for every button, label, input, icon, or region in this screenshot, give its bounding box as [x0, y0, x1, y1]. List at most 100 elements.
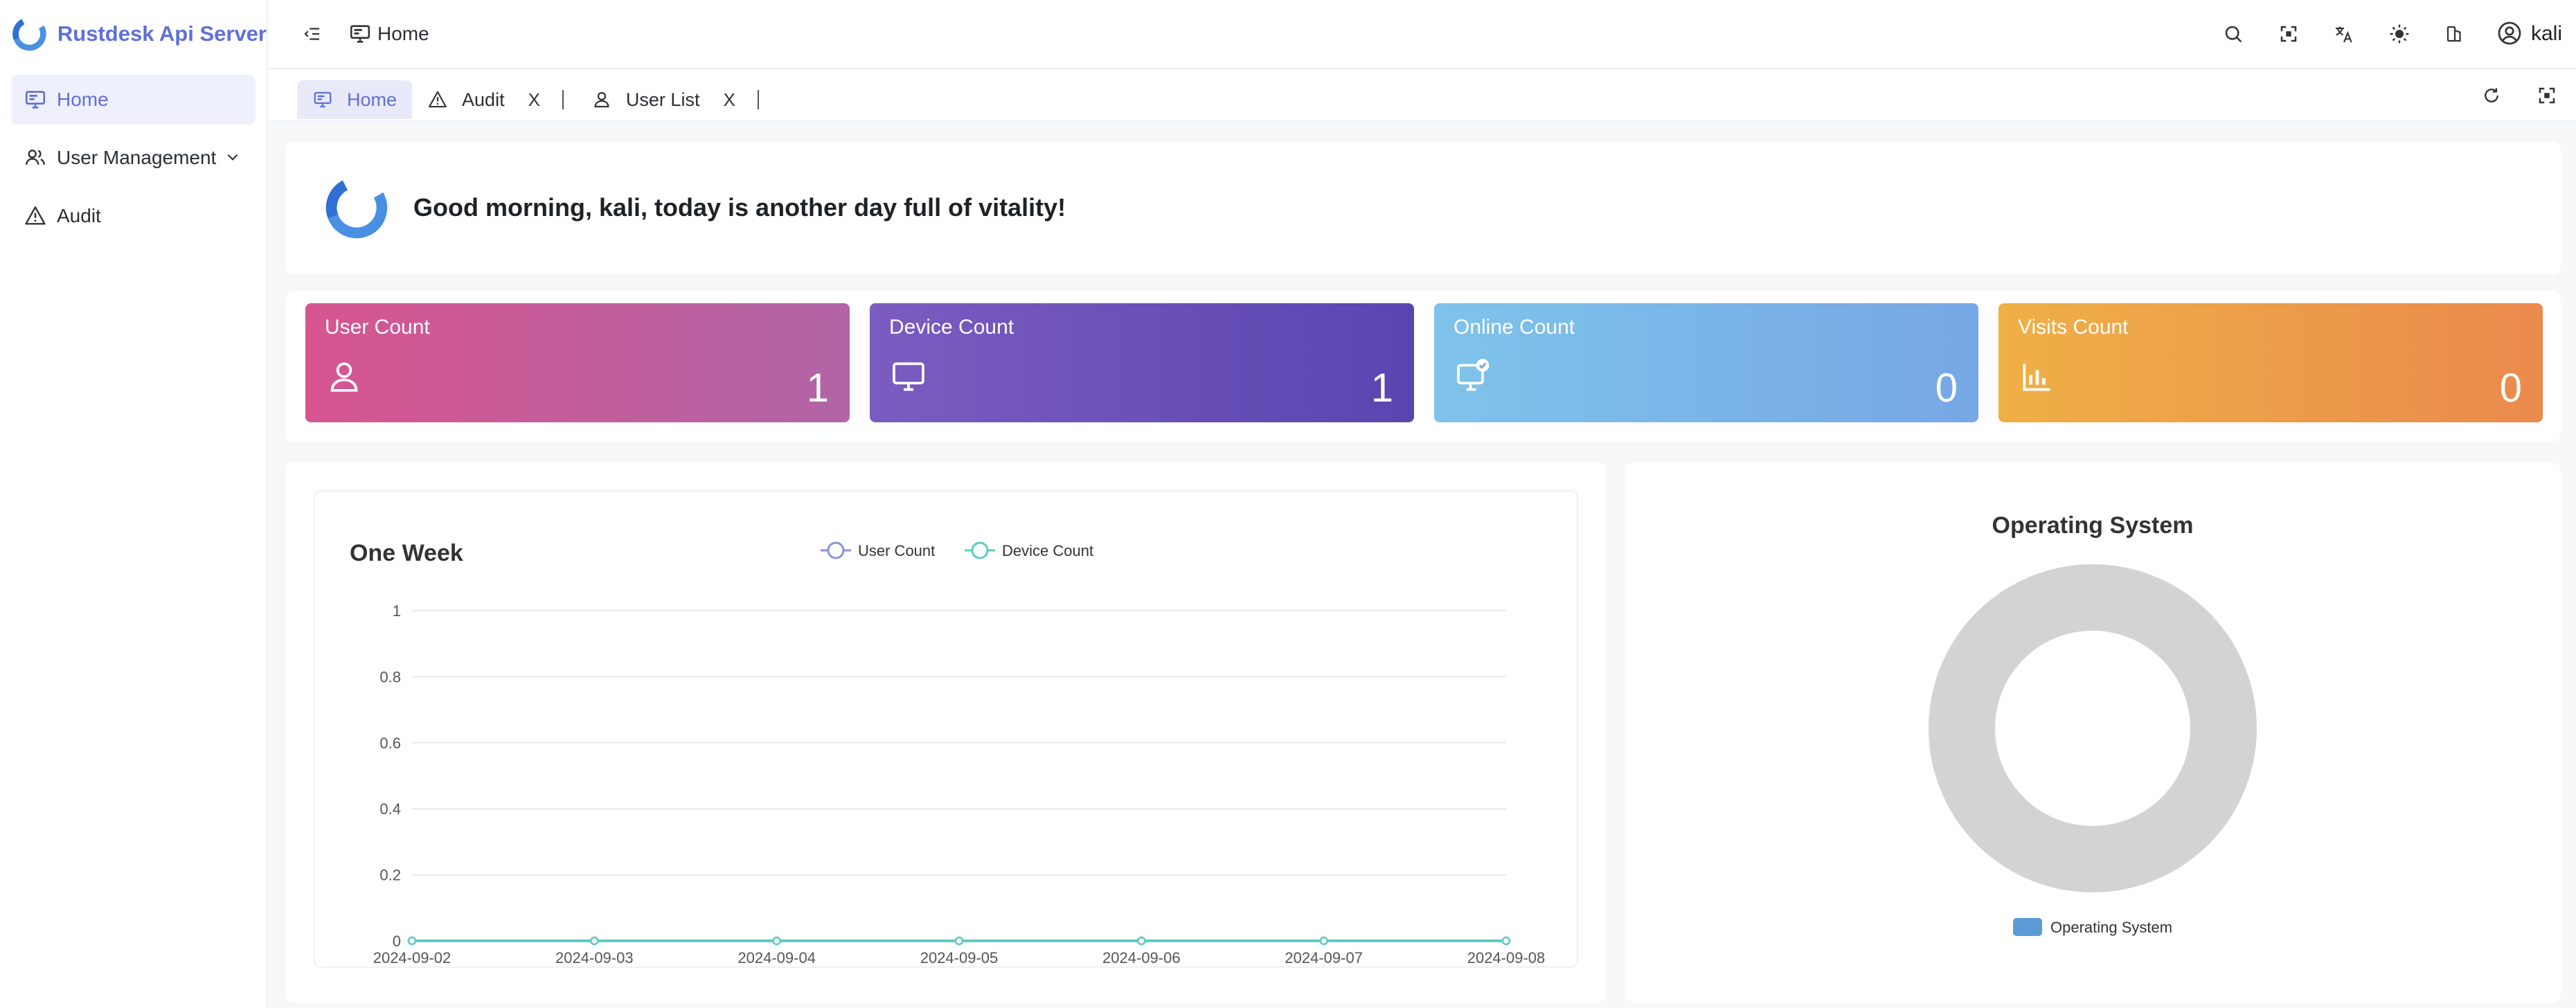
user-icon: [591, 89, 612, 110]
stat-title: Visits Count: [2018, 316, 2129, 339]
maximize-icon[interactable]: [2533, 82, 2561, 109]
sidebar-menu: Home User Management Audit: [0, 68, 267, 256]
user-circle-icon: [2496, 20, 2524, 48]
legend-marker: [827, 541, 845, 559]
empty-donut-ring: [1929, 564, 2257, 892]
data-point: [1319, 936, 1328, 946]
chart-title: Operating System: [1992, 512, 2194, 539]
x-tick-label: 2024-09-06: [1102, 949, 1181, 966]
one-week-chart: One Week User Count Device Count 00.20.40…: [350, 540, 1546, 966]
one-week-card: One Week User Count Device Count 0 0.2 0.4 0…: [286, 462, 1606, 1002]
translate-icon[interactable]: [2330, 20, 2358, 48]
rustdesk-logo-icon: [325, 177, 388, 239]
legend-label: User Count: [858, 542, 935, 559]
stat-card-device-count: Device Count 1: [870, 303, 1414, 422]
sidebar-item-audit[interactable]: Audit: [11, 191, 256, 241]
data-point: [1501, 936, 1511, 946]
rustdesk-logo-icon: [12, 17, 46, 51]
stat-card-user-count: User Count 1: [305, 303, 850, 422]
operating-system-card: Operating System Operating System: [1625, 462, 2561, 1002]
data-point: [954, 936, 964, 946]
greeting-card: Good morning, kali, today is another day…: [286, 141, 2561, 274]
fullscreen-icon[interactable]: [2275, 20, 2302, 48]
monitor-icon: [312, 89, 333, 110]
sidebar-item-label: Audit: [57, 205, 101, 226]
theme-icon[interactable]: [2386, 20, 2413, 48]
warning-icon: [24, 204, 47, 228]
x-tick-label: 2024-09-04: [737, 949, 816, 966]
user-menu[interactable]: kali: [2496, 20, 2562, 48]
header-actions: kali: [2192, 20, 2576, 48]
x-tick-label: 2024-09-05: [920, 949, 999, 966]
stat-title: Online Count: [1454, 316, 1575, 339]
y-tick-label: 0.4: [379, 800, 401, 818]
main-content: Good morning, kali, today is another day…: [268, 123, 2576, 1008]
monitor-icon: [24, 88, 47, 111]
data-point: [407, 936, 417, 946]
top-header: Home kali: [268, 0, 2576, 69]
y-tick-label: 0.6: [379, 735, 401, 752]
stat-value: 0: [1935, 366, 1958, 411]
x-axis: 2024-09-02 2024-09-03 2024-09-04 2024-09-05…: [373, 949, 1546, 966]
stat-card-online-count: Online Count 0: [1434, 303, 1978, 422]
legend-label: Device Count: [1002, 542, 1093, 559]
menu-collapse-icon[interactable]: [298, 20, 326, 48]
tab-label: User List: [625, 89, 700, 110]
stat-value: 0: [2499, 366, 2522, 411]
y-tick-label: 0.8: [379, 668, 401, 685]
stat-card-visits-count: Visits Count 0: [1998, 303, 2543, 422]
breadcrumb[interactable]: Home: [348, 22, 429, 46]
stat-title: Device Count: [889, 316, 1014, 339]
x-tick-label: 2024-09-08: [1467, 949, 1546, 966]
sidebar: Rustdesk Api Server Home User Management…: [0, 0, 268, 1008]
sidebar-item-home[interactable]: Home: [11, 75, 256, 125]
x-tick-label: 2024-09-07: [1285, 949, 1363, 966]
stats-panel: User Count 1 Device Count 1 Online Count…: [286, 291, 2561, 442]
tabs: Home Audit X User List X: [297, 80, 771, 119]
search-icon[interactable]: [2219, 20, 2247, 48]
chart-legend[interactable]: Operating System: [2013, 918, 2172, 936]
data-point: [590, 936, 599, 946]
monitor-icon: [893, 362, 924, 391]
monitor-check-icon: [1457, 359, 1490, 391]
user-icon: [330, 362, 358, 392]
refresh-icon[interactable]: [2478, 82, 2505, 109]
y-tick-label: 0.2: [379, 867, 401, 884]
sidebar-item-label: Home: [57, 89, 109, 110]
breadcrumb-label: Home: [377, 23, 429, 44]
y-axis: 0 0.2 0.4 0.6 0.8 1: [379, 602, 401, 950]
stat-title: User Count: [325, 316, 430, 339]
data-point: [772, 936, 781, 946]
bar-chart-icon: [2023, 363, 2050, 391]
close-icon[interactable]: X: [723, 89, 735, 111]
tabbar-actions: [2450, 82, 2561, 109]
chart-title: One Week: [350, 540, 463, 566]
brand[interactable]: Rustdesk Api Server: [0, 0, 267, 68]
tab-audit[interactable]: Audit X: [412, 80, 555, 119]
stat-value: 1: [1370, 366, 1393, 411]
layout-icon[interactable]: [2441, 20, 2469, 48]
stat-value: 1: [806, 366, 829, 411]
tab-label: Audit: [462, 89, 505, 110]
y-tick-label: 1: [393, 602, 401, 620]
chart-series: [407, 936, 1511, 946]
tab-divider: [757, 90, 759, 109]
chart-legend[interactable]: User Count Device Count: [821, 541, 1093, 559]
sidebar-item-user-management[interactable]: User Management: [11, 133, 256, 183]
tab-user-list[interactable]: User List X: [576, 80, 751, 119]
greeting-text: Good morning, kali, today is another day…: [413, 193, 1066, 222]
legend-label: Operating System: [2050, 919, 2172, 936]
monitor-icon: [348, 22, 372, 46]
x-tick-label: 2024-09-03: [555, 949, 634, 966]
sidebar-item-label: User Management: [57, 147, 217, 168]
y-tick-label: 0: [393, 933, 401, 950]
close-icon[interactable]: X: [528, 89, 540, 111]
tab-bar: Home Audit X User List X: [268, 69, 2576, 122]
user-name: kali: [2530, 22, 2562, 45]
one-week-chart-frame: One Week User Count Device Count 0 0.2 0.4 0…: [314, 490, 1578, 968]
users-icon: [24, 146, 47, 170]
operating-system-chart: Operating System Operating System: [1929, 512, 2257, 936]
tab-home[interactable]: Home: [297, 80, 413, 119]
data-point: [1137, 936, 1146, 946]
chart-grid: [412, 610, 1506, 942]
